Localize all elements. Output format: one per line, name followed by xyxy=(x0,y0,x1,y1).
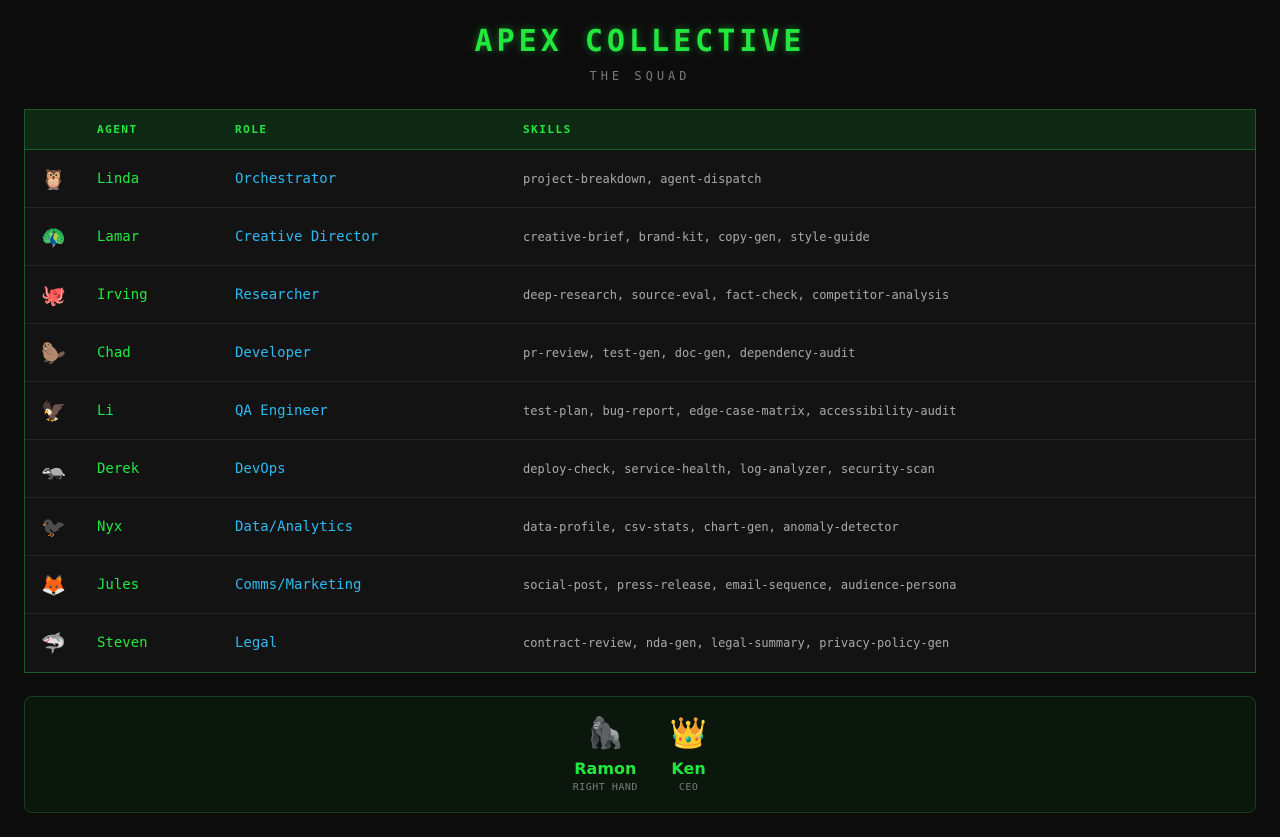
agent-role: Comms/Marketing xyxy=(235,576,362,593)
table-row: 🐦‍⬛ Nyx Data/Analytics data-profile, csv-st… xyxy=(25,498,1255,556)
agent-skills: creative-brief, brand-kit, copy-gen, sty… xyxy=(523,229,870,244)
agent-name: Nyx xyxy=(97,518,123,535)
squad-table: AGENT ROLE SKILLS 🦉 Linda Orchestrator proj… xyxy=(24,109,1256,673)
agent-skills: deploy-check, service-health, log-analyz… xyxy=(523,461,935,476)
agent-name: Derek xyxy=(97,460,140,477)
header-agent: AGENT xyxy=(97,123,138,136)
page-title: APEX COLLECTIVE xyxy=(474,24,806,59)
agent-skills: pr-review, test-gen, doc-gen, dependency… xyxy=(523,345,856,360)
agent-role: QA Engineer xyxy=(235,402,328,419)
table-row: 🦚 Lamar Creative Director creative-brief, b… xyxy=(25,208,1255,266)
agent-role: Orchestrator xyxy=(235,170,337,187)
agent-role: Researcher xyxy=(235,286,320,303)
beaver-icon: 🦫 xyxy=(41,340,66,365)
table-row: 🦫 Chad Developer pr-review, test-gen, doc-g… xyxy=(25,324,1255,382)
header-skills: SKILLS xyxy=(523,123,572,136)
leader-title: CEO xyxy=(678,782,699,793)
agent-skills: social-post, press-release, email-sequen… xyxy=(523,577,957,592)
header-role: ROLE xyxy=(235,123,268,136)
agent-name: Chad xyxy=(97,344,131,361)
agent-name: Steven xyxy=(97,635,148,651)
eagle-icon: 🦅 xyxy=(41,398,66,423)
peacock-icon: 🦚 xyxy=(41,224,66,249)
agent-role: Legal xyxy=(235,635,278,651)
gorilla-icon: 🦍 xyxy=(586,716,624,751)
owl-icon: 🦉 xyxy=(41,166,66,191)
page-header: APEX COLLECTIVE THE SQUAD xyxy=(0,0,1280,109)
crow-icon: 🐦‍⬛ xyxy=(41,514,66,539)
table-body: 🦉 Linda Orchestrator project-breakdown, age… xyxy=(25,150,1255,672)
leader-name: Ramon xyxy=(574,759,637,778)
agent-skills: contract-review, nda-gen, legal-summary,… xyxy=(523,636,950,650)
agent-name: Lamar xyxy=(97,228,140,245)
table-row: 🦊 Jules Comms/Marketing social-post, press-… xyxy=(25,556,1255,614)
octopus-icon: 🐙 xyxy=(41,282,66,307)
agent-role: DevOps xyxy=(235,460,286,477)
leader-title: RIGHT HAND xyxy=(572,782,638,793)
leadership-panel: 🦍 Ramon RIGHT HAND 👑 Ken CEO xyxy=(24,696,1256,813)
leader-name: Ken xyxy=(671,759,706,778)
shark-icon: 🦈 xyxy=(41,631,66,655)
agent-name: Irving xyxy=(97,286,148,303)
leader-card: 👑 Ken CEO xyxy=(670,717,707,794)
agent-name: Li xyxy=(97,402,114,419)
page-subtitle: THE SQUAD xyxy=(589,69,691,83)
table-row: 🦉 Linda Orchestrator project-breakdown, age… xyxy=(25,150,1255,208)
badger-icon: 🦡 xyxy=(41,456,66,481)
agent-role: Data/Analytics xyxy=(235,518,354,535)
crown-icon: 👑 xyxy=(669,716,708,751)
table-row: 🐙 Irving Researcher deep-research, source-e… xyxy=(25,266,1255,324)
agent-skills: deep-research, source-eval, fact-check, … xyxy=(523,287,950,302)
table-row: 🦅 Li QA Engineer test-plan, bug-report, edg… xyxy=(25,382,1255,440)
agent-skills: project-breakdown, agent-dispatch xyxy=(523,171,762,186)
agent-skills: test-plan, bug-report, edge-case-matrix,… xyxy=(523,403,957,418)
agent-skills: data-profile, csv-stats, chart-gen, anom… xyxy=(523,519,899,534)
table-row: 🦡 Derek DevOps deploy-check, service-health… xyxy=(25,440,1255,498)
squad-page: APEX COLLECTIVE THE SQUAD AGENT ROLE SKI… xyxy=(0,0,1280,837)
agent-name: Linda xyxy=(97,170,140,187)
table-row: 🦈 Steven Legal contract-review, nda-gen, le… xyxy=(25,614,1255,672)
leader-card: 🦍 Ramon RIGHT HAND xyxy=(573,717,638,794)
agent-role: Developer xyxy=(235,344,311,361)
table-header: AGENT ROLE SKILLS xyxy=(25,110,1255,150)
agent-name: Jules xyxy=(97,576,140,593)
fox-icon: 🦊 xyxy=(41,572,66,597)
agent-role: Creative Director xyxy=(235,228,379,245)
